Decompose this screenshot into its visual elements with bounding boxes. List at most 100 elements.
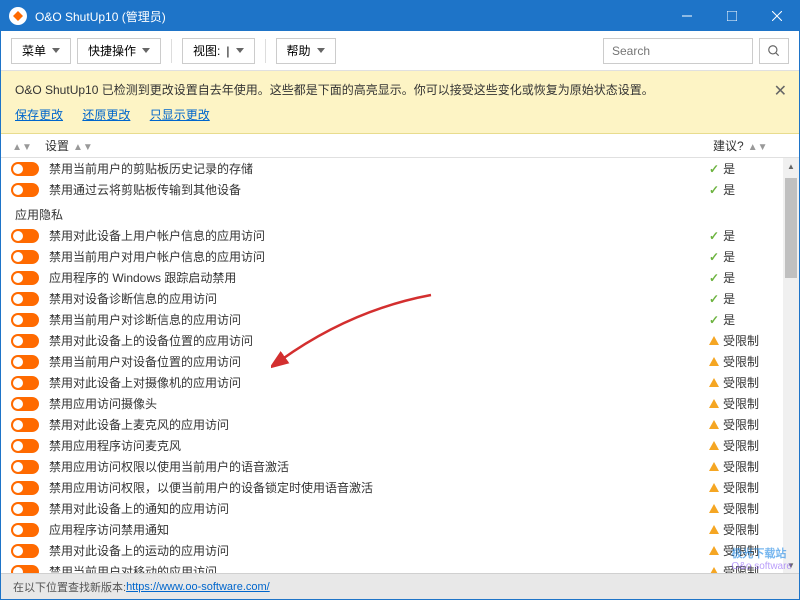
- warning-icon: [709, 546, 719, 555]
- setting-row[interactable]: 禁用对此设备上的设备位置的应用访问受限制: [1, 330, 799, 351]
- chevron-down-icon: [317, 48, 325, 53]
- sort-icon[interactable]: ▲▼: [12, 145, 32, 150]
- recommendation: ✓是: [709, 227, 779, 244]
- toggle-switch[interactable]: [11, 162, 39, 176]
- search-input[interactable]: [603, 38, 753, 64]
- search-button[interactable]: [759, 38, 789, 64]
- warning-icon: [709, 399, 719, 408]
- setting-row[interactable]: 禁用当前用户对移动的应用访问受限制: [1, 561, 799, 573]
- scrollbar[interactable]: ▲ ▼: [783, 158, 799, 573]
- setting-row[interactable]: 禁用通过云将剪贴板传输到其他设备✓是: [1, 179, 799, 200]
- toggle-switch[interactable]: [11, 376, 39, 390]
- check-icon: ✓: [709, 162, 719, 176]
- setting-label: 应用程序的 Windows 跟踪启动禁用: [45, 269, 709, 286]
- toggle-switch[interactable]: [11, 523, 39, 537]
- close-button[interactable]: [754, 1, 799, 31]
- setting-label: 禁用当前用户的剪贴板历史记录的存储: [45, 160, 709, 177]
- setting-row[interactable]: 应用程序的 Windows 跟踪启动禁用✓是: [1, 267, 799, 288]
- setting-row[interactable]: 禁用对此设备上用户帐户信息的应用访问✓是: [1, 225, 799, 246]
- setting-row[interactable]: 禁用应用访问权限，以便当前用户的设备锁定时使用语音激活受限制: [1, 477, 799, 498]
- setting-header[interactable]: 设置▲▼: [39, 137, 713, 154]
- setting-label: 禁用应用访问权限以使用当前用户的语音激活: [45, 458, 709, 475]
- toggle-switch[interactable]: [11, 229, 39, 243]
- menu-button[interactable]: 菜单: [11, 38, 71, 64]
- setting-label: 禁用当前用户对设备位置的应用访问: [45, 353, 709, 370]
- warning-icon: [709, 483, 719, 492]
- toggle-switch[interactable]: [11, 313, 39, 327]
- warning-icon: [709, 504, 719, 513]
- setting-row[interactable]: 禁用对此设备上对摄像机的应用访问受限制: [1, 372, 799, 393]
- scroll-up-icon[interactable]: ▲: [783, 158, 799, 174]
- view-button[interactable]: 视图: |: [182, 38, 254, 64]
- setting-row[interactable]: 应用程序访问禁用通知受限制: [1, 519, 799, 540]
- toggle-switch[interactable]: [11, 460, 39, 474]
- setting-label: 禁用对此设备上的设备位置的应用访问: [45, 332, 709, 349]
- recommendation: 受限制: [709, 395, 779, 412]
- recommendation: 受限制: [709, 563, 779, 573]
- toggle-switch[interactable]: [11, 334, 39, 348]
- recommendation: ✓是: [709, 181, 779, 198]
- toggle-switch[interactable]: [11, 397, 39, 411]
- setting-label: 禁用对此设备上对摄像机的应用访问: [45, 374, 709, 391]
- section-header: 应用隐私: [1, 200, 799, 225]
- chevron-down-icon: [236, 48, 244, 53]
- recommend-header[interactable]: 建议?▲▼: [713, 137, 783, 154]
- warning-icon: [709, 525, 719, 534]
- revert-changes-link[interactable]: 还原更改: [82, 108, 130, 122]
- setting-row[interactable]: 禁用当前用户对诊断信息的应用访问✓是: [1, 309, 799, 330]
- notice-text: O&O ShutUp10 已检测到更改设置自去年使用。这些都是下面的高亮显示。你…: [15, 81, 785, 100]
- recommendation: 受限制: [709, 437, 779, 454]
- footer-text: 在以下位置查找新版本:: [13, 579, 126, 595]
- recommendation: ✓是: [709, 311, 779, 328]
- toggle-switch[interactable]: [11, 355, 39, 369]
- toggle-switch[interactable]: [11, 502, 39, 516]
- recommendation: ✓是: [709, 160, 779, 177]
- setting-row[interactable]: 禁用对此设备上麦克风的应用访问受限制: [1, 414, 799, 435]
- recommendation: 受限制: [709, 416, 779, 433]
- notice-banner: O&O ShutUp10 已检测到更改设置自去年使用。这些都是下面的高亮显示。你…: [1, 71, 799, 134]
- separator: [265, 39, 266, 63]
- toggle-switch[interactable]: [11, 250, 39, 264]
- help-button[interactable]: 帮助: [276, 38, 336, 64]
- setting-row[interactable]: 禁用应用访问权限以使用当前用户的语音激活受限制: [1, 456, 799, 477]
- toggle-switch[interactable]: [11, 544, 39, 558]
- setting-row[interactable]: 禁用对此设备上的通知的应用访问受限制: [1, 498, 799, 519]
- setting-row[interactable]: 禁用对此设备上的运动的应用访问受限制: [1, 540, 799, 561]
- toggle-switch[interactable]: [11, 418, 39, 432]
- footer-link[interactable]: https://www.oo-software.com/: [126, 581, 270, 593]
- save-changes-link[interactable]: 保存更改: [15, 108, 63, 122]
- check-icon: ✓: [709, 183, 719, 197]
- recommendation: 受限制: [709, 521, 779, 538]
- minimize-button[interactable]: [664, 1, 709, 31]
- toggle-switch[interactable]: [11, 292, 39, 306]
- warning-icon: [709, 378, 719, 387]
- setting-row[interactable]: 禁用应用程序访问麦克风受限制: [1, 435, 799, 456]
- setting-label: 禁用应用访问摄像头: [45, 395, 709, 412]
- setting-row[interactable]: 禁用当前用户对用户帐户信息的应用访问✓是: [1, 246, 799, 267]
- setting-row[interactable]: 禁用应用访问摄像头受限制: [1, 393, 799, 414]
- recommendation: 受限制: [709, 374, 779, 391]
- show-only-changes-link[interactable]: 只显示更改: [150, 108, 210, 122]
- app-icon: [9, 7, 27, 25]
- recommendation: 受限制: [709, 332, 779, 349]
- sort-icon: ▲▼: [73, 145, 93, 150]
- setting-row[interactable]: 禁用对设备诊断信息的应用访问✓是: [1, 288, 799, 309]
- maximize-button[interactable]: [709, 1, 754, 31]
- toggle-switch[interactable]: [11, 183, 39, 197]
- scroll-down-icon[interactable]: ▼: [783, 557, 799, 573]
- setting-label: 禁用对此设备上的通知的应用访问: [45, 500, 709, 517]
- toggle-switch[interactable]: [11, 565, 39, 573]
- warning-icon: [709, 441, 719, 450]
- quickaction-button[interactable]: 快捷操作: [77, 38, 161, 64]
- recommendation: 受限制: [709, 500, 779, 517]
- scrollbar-thumb[interactable]: [785, 178, 797, 278]
- setting-row[interactable]: 禁用当前用户对设备位置的应用访问受限制: [1, 351, 799, 372]
- toggle-switch[interactable]: [11, 271, 39, 285]
- setting-label: 禁用当前用户对移动的应用访问: [45, 563, 709, 573]
- toggle-switch[interactable]: [11, 439, 39, 453]
- setting-row[interactable]: 禁用当前用户的剪贴板历史记录的存储✓是: [1, 158, 799, 179]
- titlebar: O&O ShutUp10 (管理员): [1, 1, 799, 31]
- toggle-switch[interactable]: [11, 481, 39, 495]
- notice-close-button[interactable]: ✕: [774, 81, 787, 101]
- recommendation: ✓是: [709, 269, 779, 286]
